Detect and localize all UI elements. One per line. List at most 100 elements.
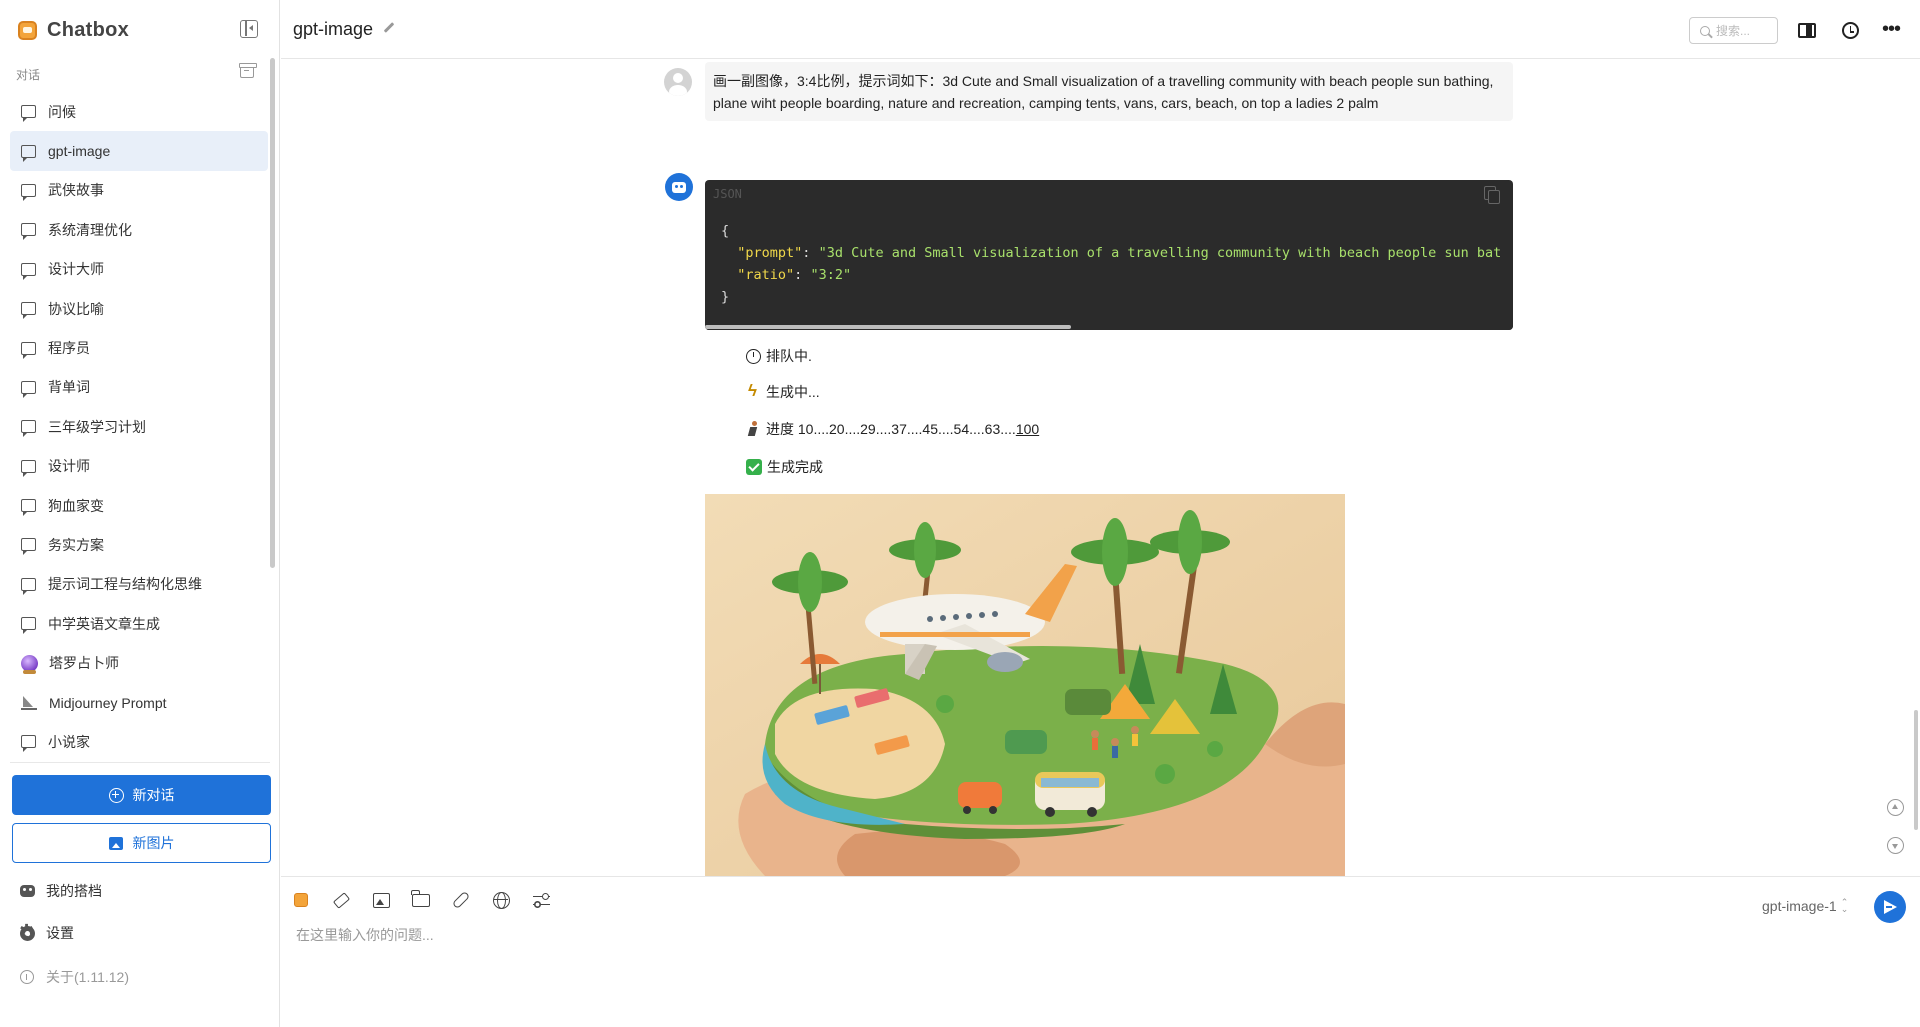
conversation-item[interactable]: 问候 — [10, 92, 268, 131]
status-generating: 生成中... — [746, 381, 820, 402]
conversation-item[interactable]: 提示词工程与结构化思维 — [10, 565, 268, 604]
crystal-ball-icon — [21, 654, 38, 674]
status-done: 生成完成 — [746, 457, 823, 477]
collapse-sidebar-icon[interactable] — [240, 20, 258, 38]
new-image-button[interactable]: 新图片 — [12, 823, 271, 863]
code-block: JSON { "prompt": "3d Cute and Small visu… — [705, 180, 1513, 330]
conversation-label: 系统清理优化 — [48, 221, 132, 238]
conversation-label: 程序员 — [48, 340, 90, 357]
code-brace-close: } — [721, 289, 730, 305]
folder-icon — [411, 889, 430, 907]
attach-link-button[interactable] — [449, 888, 473, 912]
search-icon — [1700, 25, 1710, 36]
sailboat-icon — [21, 695, 37, 710]
copy-icon[interactable] — [1484, 186, 1500, 204]
scroll-to-top-icon[interactable] — [1887, 799, 1904, 816]
plus-circle-icon — [108, 787, 124, 803]
conversation-label: 武侠故事 — [48, 182, 104, 199]
conversation-label: 塔罗占卜师 — [49, 655, 119, 672]
clear-context-button[interactable] — [329, 888, 353, 912]
conversation-item[interactable]: 协议比喻 — [10, 289, 268, 328]
history-icon[interactable] — [1842, 22, 1859, 39]
status-generating-text: 生成中... — [766, 384, 820, 400]
clock-icon — [746, 348, 761, 364]
conversation-item[interactable]: 背单词 — [10, 368, 268, 407]
code-content: { "prompt": "3d Cute and Small visualiza… — [721, 223, 1502, 305]
conversation-label: 提示词工程与结构化思维 — [48, 576, 202, 593]
sidebar-divider — [10, 762, 270, 763]
web-search-button[interactable] — [489, 888, 513, 912]
progress-complete-value: 100 — [1015, 421, 1040, 437]
sidebar-scrollbar[interactable] — [270, 58, 275, 568]
new-chat-button[interactable]: 新对话 — [12, 775, 271, 815]
conversation-item[interactable]: 系统清理优化 — [10, 210, 268, 249]
code-prompt-value: "3d Cute and Small visualization of a tr… — [818, 245, 1502, 261]
send-button[interactable] — [1874, 891, 1906, 923]
progress-text: 进度 10....20....29....37....45....54....6… — [766, 421, 1016, 437]
chat-bubble-icon — [21, 420, 36, 438]
chat-bubble-icon — [21, 302, 36, 320]
page-scrollbar[interactable] — [1914, 710, 1918, 830]
chatbox-icon — [294, 893, 308, 907]
code-horizontal-scrollbar[interactable] — [705, 325, 1071, 329]
conversation-item[interactable]: 务实方案 — [10, 525, 268, 564]
chat-bubble-icon — [21, 577, 36, 595]
generated-image-illustration — [705, 494, 1345, 876]
model-name: gpt-image-1 — [1762, 898, 1837, 914]
generated-image[interactable] — [705, 494, 1345, 876]
conversation-item[interactable]: 设计师 — [10, 447, 268, 486]
my-partner-label: 我的搭档 — [46, 883, 102, 899]
app-root: Chatbox 对话 问候 gpt-image 武侠故事 系统清理优化 设计大师… — [0, 0, 1920, 1027]
more-options-icon[interactable]: ••• — [1882, 18, 1901, 41]
top-bar: gpt-image 搜索... ••• — [281, 0, 1920, 59]
about-link[interactable]: 关于(1.11.12) — [20, 966, 129, 988]
app-name: Chatbox — [47, 18, 130, 41]
chat-bubble-icon — [21, 735, 36, 753]
chat-bubble-icon — [21, 617, 36, 635]
edit-pencil-icon[interactable] — [383, 22, 395, 33]
conversation-item[interactable]: 中学英语文章生成 — [10, 604, 268, 643]
conversation-label: 狗血家变 — [48, 497, 104, 514]
sliders-icon — [532, 892, 550, 907]
archive-icon[interactable] — [239, 63, 257, 78]
code-prompt-key: "prompt" — [737, 245, 803, 261]
conversation-item[interactable]: 塔罗占卜师 — [10, 643, 268, 682]
status-progress: 进度 10....20....29....37....45....54....6… — [746, 419, 1039, 439]
about-label: 关于(1.11.12) — [46, 969, 129, 985]
sidebar: Chatbox 对话 问候 gpt-image 武侠故事 系统清理优化 设计大师… — [0, 0, 280, 1027]
conversation-item[interactable]: 程序员 — [10, 328, 268, 367]
attach-image-button[interactable] — [369, 888, 393, 912]
conversation-label: Midjourney Prompt — [49, 694, 167, 711]
chat-bubble-icon — [21, 538, 36, 556]
conversation-item[interactable]: 设计大师 — [10, 250, 268, 289]
conversation-item[interactable]: 小说家 — [10, 722, 268, 758]
conversation-item-active[interactable]: gpt-image — [10, 131, 268, 171]
split-view-icon[interactable] — [1798, 23, 1816, 38]
settings-sliders-button[interactable] — [529, 888, 553, 912]
conversation-item[interactable]: 武侠故事 — [10, 171, 268, 210]
composer: gpt-image-1 ⌃ ⌄ — [281, 876, 1920, 1027]
assistant-avatar-icon — [665, 173, 693, 201]
message-input[interactable] — [296, 925, 1896, 1015]
image-icon — [372, 892, 390, 908]
code-ratio-value: "3:2" — [810, 267, 852, 283]
attach-file-button[interactable] — [409, 888, 433, 912]
conversation-label: gpt-image — [48, 143, 111, 160]
conversation-list: 问候 gpt-image 武侠故事 系统清理优化 设计大师 协议比喻 程序员 背… — [10, 92, 268, 758]
message-list: 画一副图像，3:4比例，提示词如下：3d Cute and Small visu… — [281, 60, 1920, 876]
conversation-label: 协议比喻 — [48, 300, 104, 317]
scroll-to-bottom-icon[interactable] — [1887, 837, 1904, 854]
conversation-item[interactable]: Midjourney Prompt — [10, 683, 268, 722]
settings-link[interactable]: 设置 — [19, 922, 74, 944]
my-partner-link[interactable]: 我的搭档 — [20, 880, 102, 902]
chat-title[interactable]: gpt-image — [293, 19, 373, 40]
brand: Chatbox — [18, 18, 129, 42]
search-input[interactable]: 搜索... — [1689, 17, 1778, 44]
conversation-item[interactable]: 狗血家变 — [10, 486, 268, 525]
chatbox-mode-button[interactable] — [289, 888, 313, 912]
lightning-icon — [746, 381, 761, 401]
conversation-label: 设计大师 — [48, 261, 104, 278]
model-select[interactable]: gpt-image-1 ⌃ ⌄ — [1762, 898, 1848, 915]
code-ratio-key: "ratio" — [737, 267, 795, 283]
conversation-item[interactable]: 三年级学习计划 — [10, 407, 268, 446]
